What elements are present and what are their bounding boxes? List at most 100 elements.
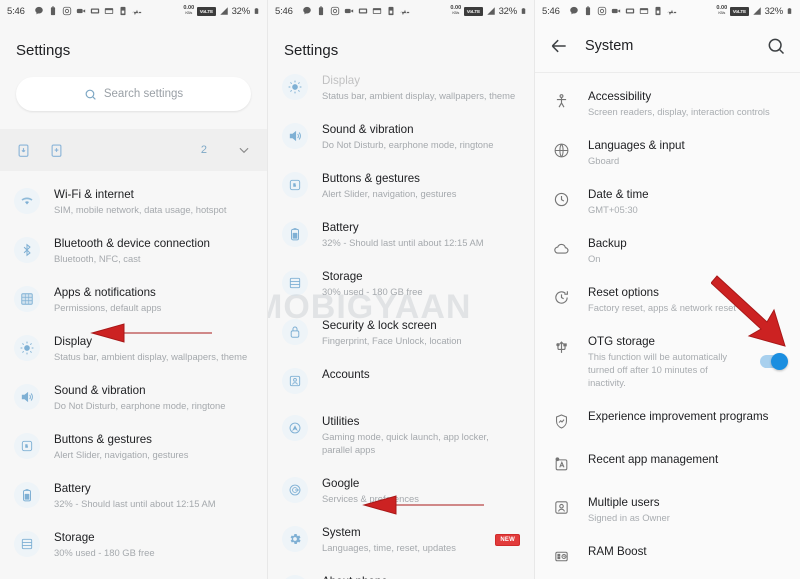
list-item[interactable]: System Languages, time, reset, updates NEW (268, 515, 534, 564)
list-item-title: Bluetooth & device connection (54, 237, 210, 250)
list-item-subtitle: Alert Slider, navigation, gestures (322, 188, 457, 199)
list-item-text: Battery 32% - Should last until about 12:… (54, 481, 253, 510)
list-item[interactable]: Accounts (268, 357, 534, 404)
list-item[interactable]: Display Status bar, ambient display, wall… (268, 73, 534, 112)
list-item[interactable]: Backup On (535, 226, 800, 275)
list-item-subtitle: Do Not Disturb, earphone mode, ringtone (54, 400, 226, 411)
list-item-title: Multiple users (588, 496, 660, 509)
battery-saver-icon (316, 6, 326, 16)
list-item-text: Bluetooth & device connection Bluetooth, … (54, 236, 253, 265)
list-item-text: Multiple users Signed in as Owner (588, 495, 786, 524)
search-settings-bar[interactable]: Search settings (16, 77, 251, 111)
otg-storage-toggle[interactable] (760, 352, 788, 370)
suggestion-count: 2 (200, 144, 207, 156)
list-item-title: Buttons & gestures (54, 433, 152, 446)
list-item-title: Wi-Fi & internet (54, 188, 134, 201)
list-item-title: Languages & input (588, 139, 685, 152)
list-item-title: System (322, 526, 361, 539)
list-item[interactable]: Recent app management (535, 442, 800, 485)
list-item-text: OTG storage This function will be automat… (588, 334, 740, 389)
network-speed-unit: KB/s (185, 11, 193, 15)
accounts-icon (282, 368, 308, 394)
list-item-text: Buttons & gestures Alert Slider, navigati… (322, 171, 520, 200)
list-item[interactable]: Date & time GMT+05:30 (535, 177, 800, 226)
network-speed-unit: KB/s (452, 11, 460, 15)
back-arrow-icon[interactable] (549, 36, 569, 56)
screen-record-icon (76, 6, 86, 16)
list-item-text: Display Status bar, ambient display, wall… (54, 334, 253, 363)
list-item-text: Accessibility Screen readers, display, in… (588, 89, 786, 118)
list-item[interactable]: Multiple users Signed in as Owner (535, 485, 800, 534)
buttons-icon (282, 172, 308, 198)
list-item[interactable]: Sound & vibration Do Not Disturb, earphon… (268, 112, 534, 161)
list-item-title: Display (322, 74, 361, 87)
chat-icon (302, 6, 312, 16)
list-item[interactable]: Battery 32% - Should last until about 12:… (0, 471, 267, 520)
list-item[interactable]: Experience improvement programs (535, 399, 800, 442)
list-item[interactable]: Display Status bar, ambient display, wall… (0, 324, 267, 373)
list-item-subtitle: Factory reset, apps & network reset (588, 302, 736, 313)
search-placeholder: Search settings (103, 88, 184, 100)
list-item[interactable]: Storage 30% used - 180 GB free (0, 520, 267, 569)
list-item-subtitle: Permissions, default apps (54, 302, 162, 313)
instagram-icon (62, 6, 72, 16)
page-title: Settings (284, 42, 339, 59)
search-icon[interactable] (766, 36, 786, 56)
list-item-subtitle: 32% - Should last until about 12:15 AM (54, 498, 216, 509)
status-bar: 5:46 0.00 KB/s VoLTE 32% (535, 0, 800, 22)
list-item-subtitle: Bluetooth, NFC, cast (54, 253, 141, 264)
list-item[interactable]: Wi-Fi & internet SIM, mobile network, dat… (0, 177, 267, 226)
network-speed-indicator: 0.00 KB/s (716, 5, 727, 16)
list-item[interactable]: Apps & notifications Permissions, default… (0, 275, 267, 324)
battery-icon (282, 221, 308, 247)
gear-icon (282, 526, 308, 552)
list-item-title: Accounts (322, 368, 370, 381)
info-icon (282, 575, 308, 579)
list-item-text: RAM Boost (588, 544, 786, 559)
list-item-text: Apps & notifications Permissions, default… (54, 285, 253, 314)
chevron-down-icon[interactable] (237, 143, 251, 157)
list-item[interactable]: Reset options Factory reset, apps & netwo… (535, 275, 800, 324)
battery-percent: 32% (764, 5, 784, 17)
suggestion-strip[interactable]: 2 (0, 129, 267, 171)
clock-icon (550, 188, 572, 210)
battery-plus-icon[interactable] (49, 140, 64, 160)
list-item[interactable]: OTG storage This function will be automat… (535, 324, 800, 399)
signal-icon (752, 6, 762, 16)
list-item-text: About phoneGM1911 (322, 574, 520, 579)
list-item[interactable]: Buttons & gestures Alert Slider, navigati… (0, 422, 267, 471)
list-item[interactable]: Accessibility Screen readers, display, in… (535, 79, 800, 128)
screen-record-icon (344, 6, 354, 16)
list-item[interactable]: Utilities Gaming mode, quick launch, app … (268, 404, 534, 466)
list-item[interactable]: Google Services & preferences (268, 466, 534, 515)
list-item[interactable]: Sound & vibration Do Not Disturb, earphon… (0, 373, 267, 422)
recent-apps-icon (550, 453, 572, 475)
list-item-subtitle: Status bar, ambient display, wallpapers,… (322, 90, 516, 101)
list-item[interactable]: Languages & input Gboard (535, 128, 800, 177)
battery-percent: 32% (231, 5, 251, 17)
volte-icon: VoLTE (464, 6, 483, 16)
list-item[interactable]: RAM Boost (535, 534, 800, 577)
list-item[interactable]: About phoneGM1911 (268, 564, 534, 579)
list-item[interactable]: Security & lock screen (0, 569, 267, 579)
list-item[interactable]: Buttons & gestures Alert Slider, navigati… (268, 161, 534, 210)
battery-percent: 32% (498, 5, 518, 17)
list-item-text: Wi-Fi & internet SIM, mobile network, dat… (54, 187, 253, 216)
list-item-title: About phone (322, 575, 520, 579)
list-item[interactable]: Bluetooth & device connection Bluetooth, … (0, 226, 267, 275)
list-item-text: Sound & vibration Do Not Disturb, earphon… (54, 383, 253, 412)
network-speed-unit: KB/s (718, 11, 726, 15)
battery-download-icon[interactable] (16, 140, 31, 160)
list-item-title: Apps & notifications (54, 286, 156, 299)
list-item-subtitle: Fingerprint, Face Unlock, location (322, 335, 462, 346)
list-item-title: OTG storage (588, 335, 656, 348)
list-item-text: Utilities Gaming mode, quick launch, app … (322, 414, 520, 456)
vpn-icon (132, 6, 142, 16)
status-bar-right: 0.00 KB/s VoLTE 32% (183, 5, 260, 17)
list-item-subtitle: Screen readers, display, interaction con… (588, 106, 770, 117)
battery-icon (520, 6, 527, 16)
chat-icon (34, 6, 44, 16)
list-item[interactable]: Battery 32% - Should last until about 12:… (268, 210, 534, 259)
instagram-icon (330, 6, 340, 16)
system-screen: 5:46 0.00 KB/s VoLTE 32% System Accessib… (534, 0, 800, 579)
